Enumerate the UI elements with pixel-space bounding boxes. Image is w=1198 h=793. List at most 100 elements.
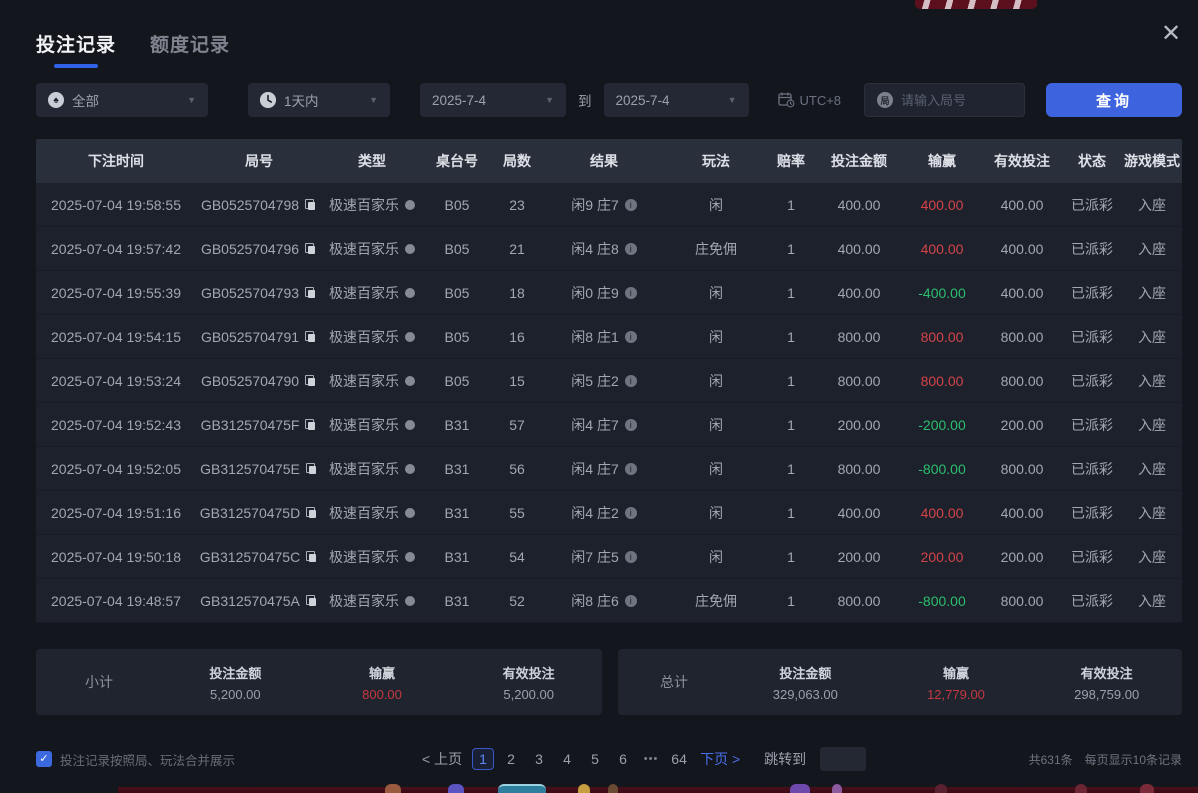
info-icon[interactable]: i [625, 375, 637, 387]
page-button[interactable]: 1 [472, 748, 494, 770]
cell-game-mode: 入座 [1122, 327, 1182, 347]
copy-icon[interactable] [306, 595, 318, 607]
pagination: < 上页 123456•••64 下页 > 跳转到 [422, 747, 866, 771]
subtotal-win-label: 输赢 [309, 663, 456, 682]
copy-icon[interactable] [305, 331, 317, 343]
cell-valid-bet: 200.00 [982, 417, 1062, 433]
cell-play-type: 闲 [666, 547, 766, 567]
page-button[interactable]: 3 [528, 748, 550, 770]
column-header: 下注时间 [36, 151, 196, 171]
cell-play-type: 闲 [666, 327, 766, 347]
info-icon[interactable]: i [625, 199, 637, 211]
cell-win-loss: -800.00 [902, 461, 982, 477]
total-win-value: 12,779.00 [881, 687, 1032, 702]
info-icon[interactable]: i [625, 463, 637, 475]
copy-icon[interactable] [305, 287, 317, 299]
query-button[interactable]: 查询 [1046, 83, 1182, 117]
cell-bet-time: 2025-07-04 19:51:16 [36, 505, 196, 521]
page-button[interactable]: 5 [584, 748, 606, 770]
table-row: 2025-07-04 19:51:16 GB312570475D 极速百家乐 B… [36, 491, 1182, 535]
cell-game-mode: 入座 [1122, 547, 1182, 567]
copy-icon[interactable] [306, 463, 318, 475]
total-bet-label: 投注金额 [730, 663, 881, 682]
background-chip [608, 784, 618, 793]
game-type-dropdown[interactable]: ♠ 全部 ▼ [36, 83, 208, 117]
info-icon[interactable]: i [625, 507, 637, 519]
chevron-down-icon: ▼ [177, 95, 196, 105]
subtotal-panel: 小计 投注金额 5,200.00 输赢 800.00 有效投注 5,200.00 [36, 649, 602, 715]
cell-bet-amount: 800.00 [816, 329, 902, 345]
cell-win-loss: 800.00 [902, 329, 982, 345]
cell-game-mode: 入座 [1122, 239, 1182, 259]
cell-odds: 1 [766, 505, 816, 521]
cell-status: 已派彩 [1062, 283, 1122, 303]
date-from-dropdown[interactable]: 2025-7-4 ▼ [420, 83, 566, 117]
page-button[interactable]: 2 [500, 748, 522, 770]
cell-bet-amount: 200.00 [816, 549, 902, 565]
cell-play-type: 闲 [666, 415, 766, 435]
timezone-value: UTC+8 [800, 93, 842, 108]
cell-game-type: 极速百家乐 [322, 327, 422, 347]
tab-bet-records[interactable]: 投注记录 [36, 30, 116, 57]
info-icon[interactable]: i [625, 243, 637, 255]
cell-play-type: 闲 [666, 283, 766, 303]
date-to-dropdown[interactable]: 2025-7-4 ▼ [604, 83, 749, 117]
cell-play-type: 闲 [666, 195, 766, 215]
cell-result: 闲4 庄2 i [542, 503, 666, 523]
cell-round-number: GB0525704796 [196, 241, 322, 257]
jump-page-input[interactable] [820, 747, 866, 771]
merge-display-checkbox[interactable]: ✓ 投注记录按照局、玩法合并展示 [36, 750, 235, 769]
info-icon[interactable]: i [625, 551, 637, 563]
column-header: 局数 [492, 151, 542, 171]
copy-icon[interactable] [305, 199, 317, 211]
total-win-label: 输赢 [881, 663, 1032, 682]
next-page-button[interactable]: 下页 > [700, 749, 740, 769]
cell-game-type: 极速百家乐 [322, 547, 422, 567]
page-ellipsis: ••• [640, 748, 662, 770]
cell-bet-time: 2025-07-04 19:52:43 [36, 417, 196, 433]
time-range-dropdown[interactable]: 1天内 ▼ [248, 83, 390, 117]
cell-game-type: 极速百家乐 [322, 415, 422, 435]
copy-icon[interactable] [306, 551, 318, 563]
cell-bet-time: 2025-07-04 19:55:39 [36, 285, 196, 301]
tab-quota-records[interactable]: 额度记录 [150, 30, 230, 57]
cell-table-number: B31 [422, 417, 492, 433]
column-header: 类型 [322, 151, 422, 171]
cell-bet-time: 2025-07-04 19:48:57 [36, 593, 196, 609]
checkbox-checked-icon[interactable]: ✓ [36, 751, 52, 767]
page-button[interactable]: 64 [668, 748, 690, 770]
round-number-input[interactable] [901, 93, 1012, 108]
column-header: 局号 [196, 151, 322, 171]
info-icon[interactable]: i [625, 595, 637, 607]
cell-table-number: B31 [422, 461, 492, 477]
game-type-badge-icon [405, 596, 415, 606]
page-button[interactable]: 4 [556, 748, 578, 770]
background-chip [385, 784, 401, 793]
per-page-count: 每页显示10条记录 [1085, 751, 1182, 768]
cell-round-number: GB0525704791 [196, 329, 322, 345]
cell-win-loss: 800.00 [902, 373, 982, 389]
footer-bar: ✓ 投注记录按照局、玩法合并展示 < 上页 123456•••64 下页 > 跳… [36, 746, 1182, 772]
game-type-badge-icon [405, 200, 415, 210]
info-icon[interactable]: i [625, 331, 637, 343]
copy-icon[interactable] [305, 419, 317, 431]
column-header: 投注金额 [816, 151, 902, 171]
copy-icon[interactable] [306, 507, 318, 519]
info-icon[interactable]: i [625, 419, 637, 431]
cell-bet-amount: 400.00 [816, 197, 902, 213]
total-bet-value: 329,063.00 [730, 687, 881, 702]
bet-records-modal: ✕ 投注记录 额度记录 ♠ 全部 ▼ 1天内 ▼ 2025-7-4 ▼ 到 20… [0, 0, 1198, 793]
cell-table-number: B05 [422, 241, 492, 257]
cell-play-type: 庄免佣 [666, 591, 766, 611]
copy-icon[interactable] [305, 375, 317, 387]
page-button[interactable]: 6 [612, 748, 634, 770]
cell-valid-bet: 400.00 [982, 285, 1062, 301]
close-icon[interactable]: ✕ [1154, 16, 1188, 50]
game-type-badge-icon [405, 332, 415, 342]
game-type-badge-icon [405, 508, 415, 518]
round-number-search[interactable]: 局 [864, 83, 1025, 117]
cell-round-number: GB0525704793 [196, 285, 322, 301]
info-icon[interactable]: i [625, 287, 637, 299]
copy-icon[interactable] [305, 243, 317, 255]
prev-page-button[interactable]: < 上页 [422, 749, 462, 769]
